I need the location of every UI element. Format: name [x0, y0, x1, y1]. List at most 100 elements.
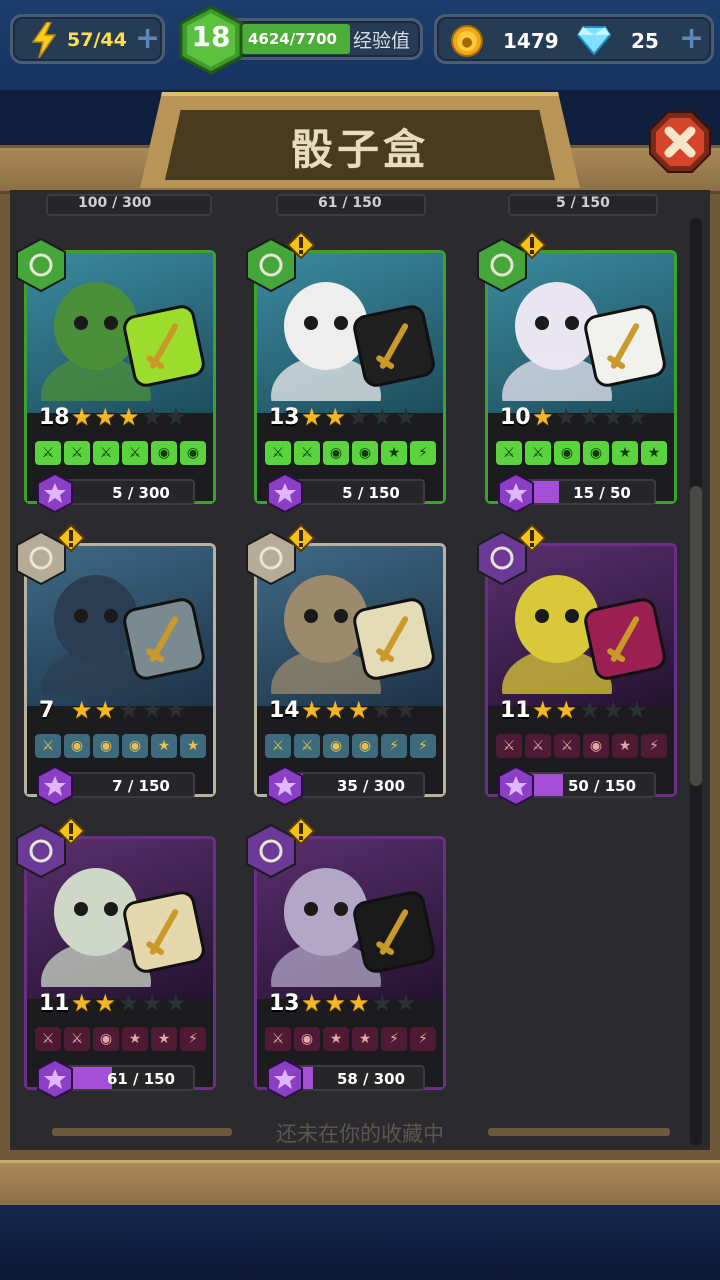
alert-icon	[287, 231, 315, 259]
dice-face-icon: ◉	[323, 441, 349, 465]
card-progress-bar: 50 / 150	[516, 772, 656, 798]
dice-face-icon: ⚔	[35, 1027, 61, 1051]
star-icon: ★	[71, 989, 93, 1017]
dice-face-icon: ⚔	[294, 734, 320, 758]
purple-gem-icon	[37, 1059, 73, 1099]
dice-face-icon: ⚔	[265, 441, 291, 465]
purple-gem-icon	[37, 473, 73, 513]
alert-icon	[287, 524, 315, 552]
dice-face-icon: ★	[612, 441, 638, 465]
dice-card[interactable]: 11 ★ ★ ★ ★ ★ ⚔ ⚔ ◉ ★ ★ ⚡ 61 / 150	[16, 817, 216, 1099]
dice-face-icon: ⚔	[93, 441, 119, 465]
star-icon: ★	[555, 403, 578, 431]
gem-count: 25	[631, 29, 659, 53]
card-progress-text: 35 / 300	[336, 777, 406, 795]
scrollbar-thumb[interactable]	[690, 486, 702, 786]
card-progress-text: 61 / 150	[106, 1070, 176, 1088]
star-icon: ★	[532, 403, 554, 431]
close-icon[interactable]	[648, 110, 712, 174]
dice-face-icon: ◉	[151, 441, 177, 465]
dice-face-icon: ⚡	[381, 1027, 407, 1051]
alert-icon	[518, 231, 546, 259]
star-icon: ★	[165, 696, 187, 724]
dice-face-icon: ★	[151, 734, 177, 758]
dice-faces: ⚔ ⚔ ◉ ◉ ★ ★	[496, 441, 667, 465]
card-progress-text: 15 / 50	[573, 484, 631, 502]
purple-gem-icon	[267, 1059, 303, 1099]
dice-face-icon: ◉	[323, 734, 349, 758]
star-icon: ★	[371, 403, 394, 431]
dice-face-icon: ★	[122, 1027, 148, 1051]
dice-face-icon: ★	[180, 734, 206, 758]
card-progress-text: 5 / 150	[342, 484, 400, 502]
star-icon: ★	[371, 989, 394, 1017]
star-icon: ★	[395, 989, 417, 1017]
dice-face-icon: ⚡	[410, 441, 436, 465]
card-progress-bar: 5 / 300	[55, 479, 195, 505]
purple-gem-icon	[37, 766, 73, 806]
purple-gem-icon	[498, 473, 534, 513]
partial-progress-text-1: 100 / 300	[78, 195, 152, 211]
dice-level: 11	[39, 991, 70, 1016]
dice-card[interactable]: 11 ★ ★ ★ ★ ★ ⚔ ⚔ ⚔ ◉ ★ ⚡ 50 / 150	[477, 524, 677, 806]
dice-card[interactable]: 14 ★ ★ ★ ★ ★ ⚔ ⚔ ◉ ◉ ⚡ ⚡ 35 / 300	[246, 524, 446, 806]
partial-progress-text-3: 5 / 150	[556, 195, 610, 211]
dice-icon	[584, 305, 666, 387]
star-rating: ★ ★ ★ ★ ★	[71, 403, 187, 431]
dice-face-icon: ★	[323, 1027, 349, 1051]
lightning-icon	[31, 22, 57, 58]
star-icon: ★	[165, 403, 187, 431]
dice-card[interactable]: 7 ★ ★ ★ ★ ★ ⚔ ◉ ◉ ◉ ★ ★ 7 / 150	[16, 524, 216, 806]
dice-faces: ⚔ ⚔ ⚔ ⚔ ◉ ◉	[35, 441, 206, 465]
alert-icon	[518, 524, 546, 552]
star-icon: ★	[118, 403, 140, 431]
dice-face-icon: ⚔	[294, 441, 320, 465]
dice-face-icon: ◉	[294, 1027, 320, 1051]
star-icon: ★	[395, 403, 417, 431]
dice-face-icon: ⚔	[265, 734, 291, 758]
dice-face-icon: ★	[641, 441, 667, 465]
svg-text:●: ●	[461, 35, 472, 50]
dice-face-icon: ⚔	[64, 441, 90, 465]
star-icon: ★	[301, 989, 323, 1017]
purple-gem-icon	[498, 766, 534, 806]
dice-card[interactable]: 18 ★ ★ ★ ★ ★ ⚔ ⚔ ⚔ ⚔ ◉ ◉ 5 / 300	[16, 237, 216, 513]
dice-faces: ⚔ ◉ ★ ★ ⚡ ⚡	[265, 1027, 436, 1051]
card-progress-bar: 15 / 50	[516, 479, 656, 505]
dice-level: 7	[39, 698, 55, 723]
dice-icon	[353, 598, 435, 680]
dice-face-icon: ⚡	[410, 1027, 436, 1051]
star-icon: ★	[118, 696, 140, 724]
star-icon: ★	[579, 696, 601, 724]
star-icon: ★	[602, 403, 625, 431]
star-rating: ★ ★ ★ ★ ★	[71, 696, 187, 724]
dice-icon	[123, 598, 205, 680]
energy-counter[interactable]: 57/44 +	[10, 14, 165, 64]
add-gems-icon[interactable]: +	[679, 24, 704, 54]
card-progress-bar: 61 / 150	[55, 1065, 195, 1091]
dice-face-icon: ★	[151, 1027, 177, 1051]
star-icon: ★	[555, 696, 578, 724]
dice-faces: ⚔ ⚔ ◉ ★ ★ ⚡	[35, 1027, 206, 1051]
star-icon: ★	[602, 696, 625, 724]
card-progress-text: 5 / 300	[112, 484, 170, 502]
star-icon: ★	[348, 989, 370, 1017]
star-icon: ★	[141, 989, 164, 1017]
dice-face-icon: ⚡	[410, 734, 436, 758]
card-progress-bar: 58 / 300	[285, 1065, 425, 1091]
dice-face-icon: ⚔	[525, 734, 551, 758]
add-energy-icon[interactable]: +	[135, 24, 160, 54]
dice-face-icon: ◉	[93, 1027, 119, 1051]
card-progress-text: 7 / 150	[112, 777, 170, 795]
dice-icon	[353, 891, 435, 973]
dice-card[interactable]: 13 ★ ★ ★ ★ ★ ⚔ ⚔ ◉ ◉ ★ ⚡ 5 / 150	[246, 231, 446, 513]
dice-level: 11	[500, 698, 531, 723]
dice-faces: ⚔ ⚔ ⚔ ◉ ★ ⚡	[496, 734, 667, 758]
dice-card[interactable]: 13 ★ ★ ★ ★ ★ ⚔ ◉ ★ ★ ⚡ ⚡ 58 / 300	[246, 817, 446, 1099]
dice-card[interactable]: 10 ★ ★ ★ ★ ★ ⚔ ⚔ ◉ ◉ ★ ★ 15 / 50	[477, 231, 677, 513]
dice-face-icon: ⚔	[64, 1027, 90, 1051]
dice-face-icon: ⚔	[35, 441, 61, 465]
xp-label: 经验值	[353, 30, 411, 52]
dice-level: 13	[269, 991, 300, 1016]
type-badge-icon	[16, 237, 66, 293]
